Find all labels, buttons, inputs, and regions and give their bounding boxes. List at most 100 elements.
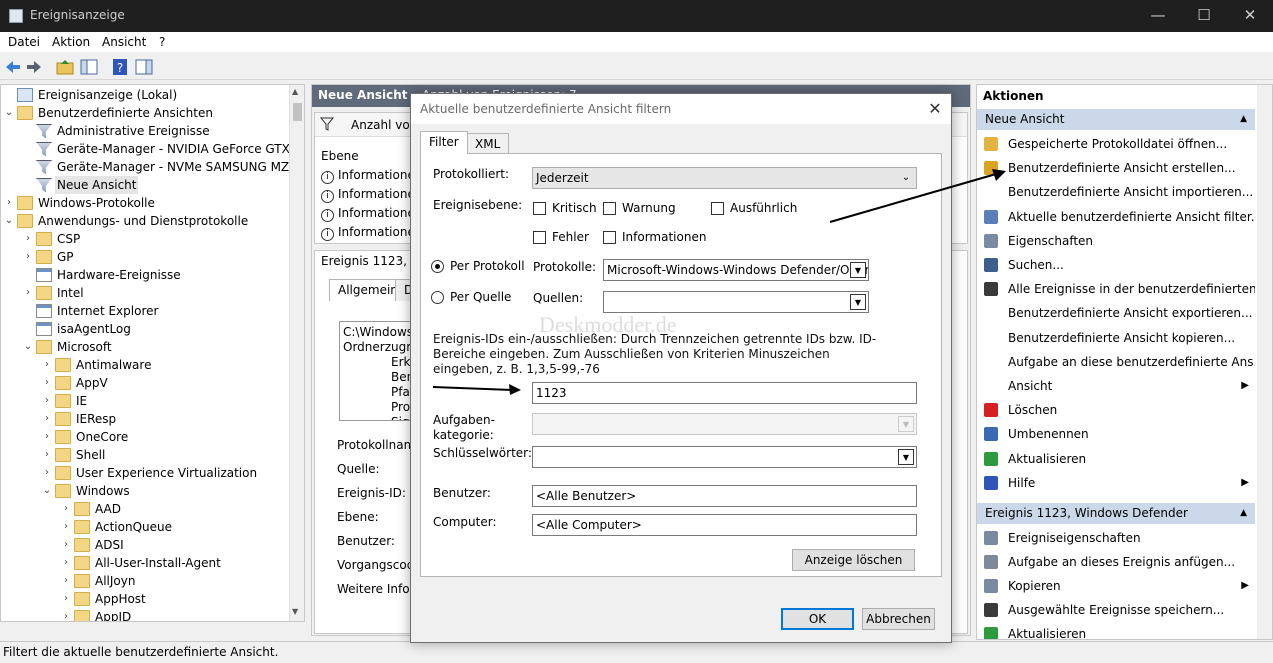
menu-help[interactable]: ?: [159, 35, 165, 49]
action-item[interactable]: Aktualisieren: [977, 622, 1255, 639]
chevron-right-icon[interactable]: ›: [60, 590, 72, 608]
dialog-close-icon[interactable]: ✕: [925, 94, 945, 124]
tree-item[interactable]: ⌄ Microsoft: [1, 338, 291, 356]
keywords-select[interactable]: ▼: [532, 446, 917, 468]
tree-item[interactable]: › CSP: [1, 230, 291, 248]
chevron-right-icon[interactable]: ›: [41, 410, 53, 428]
tree-item[interactable]: › User Experience Virtualization: [1, 464, 291, 482]
tab-xml[interactable]: XML: [466, 133, 510, 153]
column-header-ebene[interactable]: Ebene: [321, 149, 359, 163]
chevron-right-icon[interactable]: ›: [41, 374, 53, 392]
chevron-right-icon[interactable]: ›: [22, 230, 34, 248]
action-item[interactable]: Benutzerdefinierte Ansicht kopieren...: [977, 326, 1255, 350]
chevron-right-icon[interactable]: ›: [60, 500, 72, 518]
tree-item[interactable]: › IEResp: [1, 410, 291, 428]
tree-item[interactable]: Administrative Ereignisse: [1, 122, 291, 140]
tree-item[interactable]: isaAgentLog: [1, 320, 291, 338]
tree-item[interactable]: › AAD: [1, 500, 291, 518]
chevron-right-icon[interactable]: ›: [60, 536, 72, 554]
action-item[interactable]: Aktualisieren: [977, 447, 1255, 471]
action-item[interactable]: Alle Ereignisse in der benutzerdefiniert…: [977, 277, 1255, 301]
tree-item[interactable]: › Windows-Protokolle: [1, 194, 291, 212]
chevron-right-icon[interactable]: ›: [60, 518, 72, 536]
table-row[interactable]: i Informationen: [321, 168, 422, 184]
chevron-down-icon[interactable]: ⌄: [41, 482, 53, 500]
checkbox-ausfuehrlich[interactable]: [711, 202, 724, 215]
radio-per-protokoll[interactable]: [431, 260, 444, 273]
action-item[interactable]: Aufgabe an dieses Ereignis anfügen...: [977, 550, 1255, 574]
menu-aktion[interactable]: Aktion: [52, 35, 90, 49]
tree-item[interactable]: ⌄ Anwendungs- und Dienstprotokolle: [1, 212, 291, 230]
action-item[interactable]: Ausgewählte Ereignisse speichern...: [977, 598, 1255, 622]
cancel-button[interactable]: Abbrechen: [862, 608, 935, 630]
actions-section-view[interactable]: Neue Ansicht ▲: [977, 109, 1255, 130]
tree-item[interactable]: › OneCore: [1, 428, 291, 446]
sources-select[interactable]: ▼: [603, 291, 869, 313]
chevron-down-icon[interactable]: ⌄: [3, 212, 15, 230]
action-item[interactable]: Aufgabe an diese benutzerdefinierte Ans.…: [977, 350, 1255, 374]
chevron-down-icon[interactable]: ⌄: [22, 338, 34, 356]
tree-item[interactable]: ⌄ Benutzerdefinierte Ansichten: [1, 104, 291, 122]
action-item[interactable]: Benutzerdefinierte Ansicht erstellen...: [977, 156, 1255, 180]
chevron-right-icon[interactable]: ›: [41, 392, 53, 410]
up-folder-icon[interactable]: [56, 58, 74, 76]
collapse-icon[interactable]: ▲: [1240, 503, 1247, 524]
collapse-icon[interactable]: ▲: [1240, 109, 1247, 130]
scroll-up-icon[interactable]: ▲: [292, 87, 298, 96]
user-input[interactable]: <Alle Benutzer>: [532, 485, 917, 507]
chevron-right-icon[interactable]: ›: [60, 554, 72, 572]
tree-item[interactable]: Geräte-Manager - NVIDIA GeForce GTX 960: [1, 140, 304, 158]
radio-per-quelle[interactable]: [431, 291, 444, 304]
scroll-down-icon[interactable]: ▼: [292, 607, 298, 616]
chevron-right-icon[interactable]: ›: [41, 446, 53, 464]
minimize-button[interactable]: —: [1135, 0, 1181, 32]
action-item[interactable]: Hilfe ▶: [977, 471, 1255, 495]
event-ids-input[interactable]: 1123: [532, 382, 917, 404]
tree-item[interactable]: ⌄ Windows: [1, 482, 291, 500]
chevron-right-icon[interactable]: ›: [41, 464, 53, 482]
chevron-right-icon[interactable]: ›: [3, 194, 15, 212]
actions-scrollbar[interactable]: [1257, 85, 1272, 639]
tree-item[interactable]: › Shell: [1, 446, 291, 464]
tree-item[interactable]: Neue Ansicht: [1, 176, 291, 194]
tab-filter[interactable]: Filter: [420, 131, 468, 154]
table-row[interactable]: i Informationen: [321, 206, 422, 222]
menu-ansicht[interactable]: Ansicht: [102, 35, 146, 49]
chevron-right-icon[interactable]: ›: [60, 572, 72, 590]
action-item[interactable]: Ereigniseigenschaften: [977, 526, 1255, 550]
back-icon[interactable]: [4, 58, 22, 76]
tree-item[interactable]: › AppHost: [1, 590, 291, 608]
action-item[interactable]: Benutzerdefinierte Ansicht importieren..…: [977, 180, 1255, 204]
action-item[interactable]: Aktuelle benutzerdefinierte Ansicht filt…: [977, 205, 1255, 229]
chevron-right-icon[interactable]: ›: [22, 248, 34, 266]
tree-scroll-thumb[interactable]: [293, 103, 302, 121]
chevron-right-icon[interactable]: ›: [41, 428, 53, 446]
tree-item[interactable]: Hardware-Ereignisse: [1, 266, 291, 284]
action-item[interactable]: Umbenennen: [977, 422, 1255, 446]
checkbox-warnung[interactable]: [603, 202, 616, 215]
action-item[interactable]: Löschen: [977, 398, 1255, 422]
help-icon[interactable]: ?: [111, 58, 129, 76]
computer-input[interactable]: <Alle Computer>: [532, 514, 917, 536]
tree-item[interactable]: Ereignisanzeige (Lokal): [1, 86, 291, 104]
chevron-right-icon[interactable]: ›: [60, 608, 72, 621]
chevron-down-icon[interactable]: ⌄: [3, 104, 15, 122]
menu-datei[interactable]: Datei: [8, 35, 40, 49]
logs-select[interactable]: Microsoft-Windows-Windows Defender/Opera…: [603, 259, 869, 281]
tree-item[interactable]: › Intel: [1, 284, 291, 302]
action-item[interactable]: Gespeicherte Protokolldatei öffnen...: [977, 132, 1255, 156]
action-item[interactable]: Ansicht ▶: [977, 374, 1255, 398]
tree-scrollbar[interactable]: ▲ ▼: [289, 85, 304, 621]
table-row[interactable]: i Informationen: [321, 187, 422, 203]
tree-item[interactable]: › ActionQueue: [1, 518, 291, 536]
tree-item[interactable]: › All-User-Install-Agent: [1, 554, 291, 572]
chevron-right-icon[interactable]: ›: [41, 356, 53, 374]
action-item[interactable]: Kopieren ▶: [977, 574, 1255, 598]
action-item[interactable]: Suchen...: [977, 253, 1255, 277]
clear-filter-button[interactable]: Anzeige löschen: [792, 549, 915, 571]
action-item[interactable]: Eigenschaften: [977, 229, 1255, 253]
tree-item[interactable]: › AppV: [1, 374, 291, 392]
tree-item[interactable]: › Antimalware: [1, 356, 291, 374]
tree-item[interactable]: › AllJoyn: [1, 572, 291, 590]
action-item[interactable]: Benutzerdefinierte Ansicht exportieren..…: [977, 301, 1255, 325]
